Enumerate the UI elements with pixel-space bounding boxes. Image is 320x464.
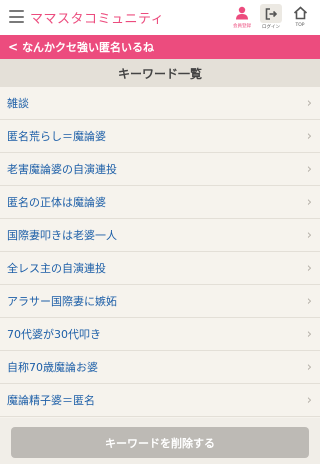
login-button[interactable]: ログイン <box>256 4 286 32</box>
chevron-right-icon: › <box>306 260 312 276</box>
keyword-list: 雑談 › 匿名荒らし＝魔論婆 › 老害魔論婆の自演連投 › 匿名の正体は魔論婆 … <box>0 87 320 417</box>
list-item[interactable]: アラサー国際妻に嫉妬 › <box>0 285 320 318</box>
keyword-label: 匿名の正体は魔論婆 <box>7 196 106 209</box>
chevron-right-icon: › <box>306 392 312 408</box>
keyword-label: 匿名荒らし＝魔論婆 <box>7 130 106 143</box>
top-label: TOP <box>295 23 305 28</box>
chevron-right-icon: › <box>306 359 312 375</box>
list-item[interactable]: 匿名荒らし＝魔論婆 › <box>0 120 320 153</box>
keyword-label: アラサー国際妻に嫉妬 <box>7 295 117 308</box>
register-label: 会員登録 <box>233 24 251 29</box>
keyword-label: 70代婆が30代叩き <box>7 328 101 341</box>
list-item[interactable]: 国際妻叩きは老婆一人 › <box>0 219 320 252</box>
home-icon <box>291 4 309 22</box>
keyword-label: 魔論精子婆＝匿名 <box>7 394 95 407</box>
list-item[interactable]: 魔論精子婆＝匿名 › <box>0 384 320 417</box>
register-button[interactable]: 会員登録 <box>227 4 257 32</box>
login-icon <box>260 4 282 23</box>
list-item[interactable]: 雑談 › <box>0 87 320 120</box>
chevron-right-icon: › <box>306 293 312 309</box>
top-button[interactable]: TOP <box>285 4 315 32</box>
chevron-right-icon: › <box>306 194 312 210</box>
footer-bar: キーワードを削除する <box>0 418 320 464</box>
app-header: ママスタコミュニティ 会員登録 ログイン TOP <box>0 0 320 35</box>
keyword-label: 自称70歳魔論お婆 <box>7 361 98 374</box>
keyword-label: 雑談 <box>7 97 29 110</box>
list-item[interactable]: 匿名の正体は魔論婆 › <box>0 186 320 219</box>
chevron-right-icon: › <box>306 161 312 177</box>
list-item[interactable]: 70代婆が30代叩き › <box>0 318 320 351</box>
chevron-right-icon: › <box>306 128 312 144</box>
site-logo[interactable]: ママスタコミュニティ <box>30 8 164 27</box>
login-label: ログイン <box>262 25 280 30</box>
list-item[interactable]: 自称70歳魔論お婆 › <box>0 351 320 384</box>
list-item[interactable]: 全レス主の自演連投 › <box>0 252 320 285</box>
list-item[interactable]: 老害魔論婆の自演連投 › <box>0 153 320 186</box>
keyword-label: 全レス主の自演連投 <box>7 262 106 275</box>
back-link-label: なんかクセ強い匿名いるね <box>22 41 155 54</box>
chevron-right-icon: › <box>306 326 312 342</box>
chevron-left-icon: < <box>8 40 19 54</box>
user-icon <box>233 4 251 22</box>
delete-keyword-button[interactable]: キーワードを削除する <box>11 427 309 458</box>
keyword-label: 老害魔論婆の自演連投 <box>7 163 117 176</box>
section-title: キーワード一覧 <box>0 59 320 87</box>
back-link[interactable]: < なんかクセ強い匿名いるね <box>0 35 320 59</box>
keyword-label: 国際妻叩きは老婆一人 <box>7 229 117 242</box>
menu-icon[interactable] <box>9 10 24 23</box>
chevron-right-icon: › <box>306 227 312 243</box>
chevron-right-icon: › <box>306 95 312 111</box>
